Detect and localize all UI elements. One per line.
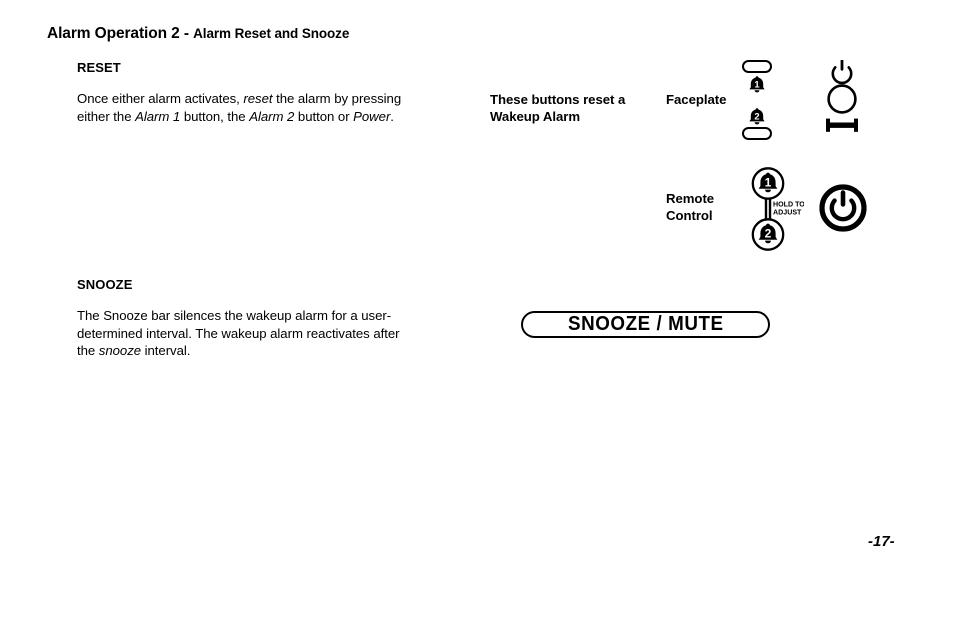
bell-1-icon: 1	[749, 76, 765, 93]
page-title: Alarm Operation 2 - Alarm Reset and Snoo…	[47, 25, 349, 43]
remote-bell-1-number: 1	[765, 176, 772, 190]
round-bell-1-button-icon[interactable]: 1	[751, 167, 785, 200]
remote-bell-2-number: 2	[765, 227, 772, 241]
svg-text:ADJUST: ADJUST	[773, 209, 802, 217]
round-knob-icon[interactable]	[827, 84, 857, 114]
bar-control-icon[interactable]	[826, 118, 858, 132]
section-body-snooze: The Snooze bar silences the wakeup alarm…	[77, 308, 400, 359]
faceplate-alarm-buttons-group: 1 2	[742, 60, 772, 140]
bell-1-number: 1	[754, 79, 759, 90]
bell-2-number: 2	[754, 111, 759, 122]
svg-text:HOLD TO: HOLD TO	[773, 201, 804, 209]
round-bell-2-button-icon[interactable]: 2	[751, 218, 785, 251]
section-heading-reset: RESET	[77, 60, 121, 75]
snooze-mute-bar[interactable]: SNOOZE / MUTE	[521, 311, 770, 338]
bell-2-icon: 2	[749, 108, 765, 125]
remote-alarm-buttons-group: 1 HOLD TO ADJUST 2	[742, 166, 805, 257]
diagram-label-faceplate: Faceplate	[666, 92, 727, 107]
page-title-main: Alarm Operation 2	[47, 25, 180, 42]
hold-to-adjust-label: HOLD TO ADJUST	[773, 201, 805, 217]
section-heading-snooze: SNOOZE	[77, 277, 133, 292]
faceplate-controls-group	[818, 59, 866, 150]
diagram-caption-reset-buttons: These buttons reset a Wakeup Alarm	[490, 92, 626, 124]
page-number: -17-	[868, 533, 895, 550]
page-title-sub: Alarm Reset and Snooze	[193, 26, 350, 41]
section-body-reset: Once either alarm activates, reset the a…	[77, 91, 402, 124]
faceplate-alarm2-button[interactable]	[742, 127, 772, 140]
page-title-separator: -	[179, 25, 194, 42]
snooze-mute-label: SNOOZE / MUTE	[567, 313, 724, 335]
remote-power-button-group	[818, 183, 868, 238]
round-power-button-icon[interactable]	[818, 183, 868, 233]
power-symbol-icon[interactable]	[831, 59, 853, 85]
faceplate-alarm1-button[interactable]	[742, 60, 772, 73]
